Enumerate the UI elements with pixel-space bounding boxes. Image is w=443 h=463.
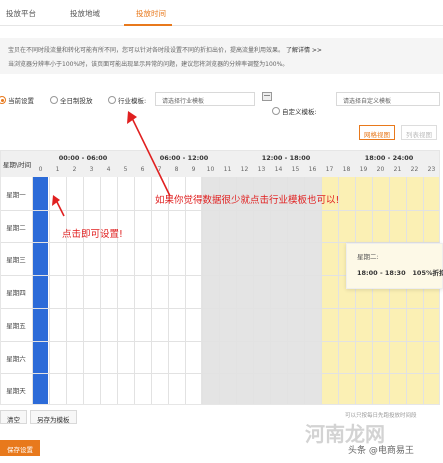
save-as-template-button[interactable]: 另存为模板 bbox=[30, 410, 77, 424]
arrow-to-grid-icon bbox=[55, 199, 65, 217]
annotation-industry-hint: 如果你觉得数据很少就点击行业模板也可以! bbox=[155, 195, 340, 206]
watermark-credit: 头条 @电商易王 bbox=[348, 446, 414, 456]
annotation-click-hint: 点击即可设置! bbox=[62, 229, 123, 240]
save-settings-button[interactable]: 保存设置 bbox=[0, 440, 40, 456]
arrow-to-industry-icon bbox=[131, 117, 171, 197]
clear-button[interactable]: 清空 bbox=[0, 410, 27, 424]
arrowhead-icon bbox=[127, 111, 137, 124]
